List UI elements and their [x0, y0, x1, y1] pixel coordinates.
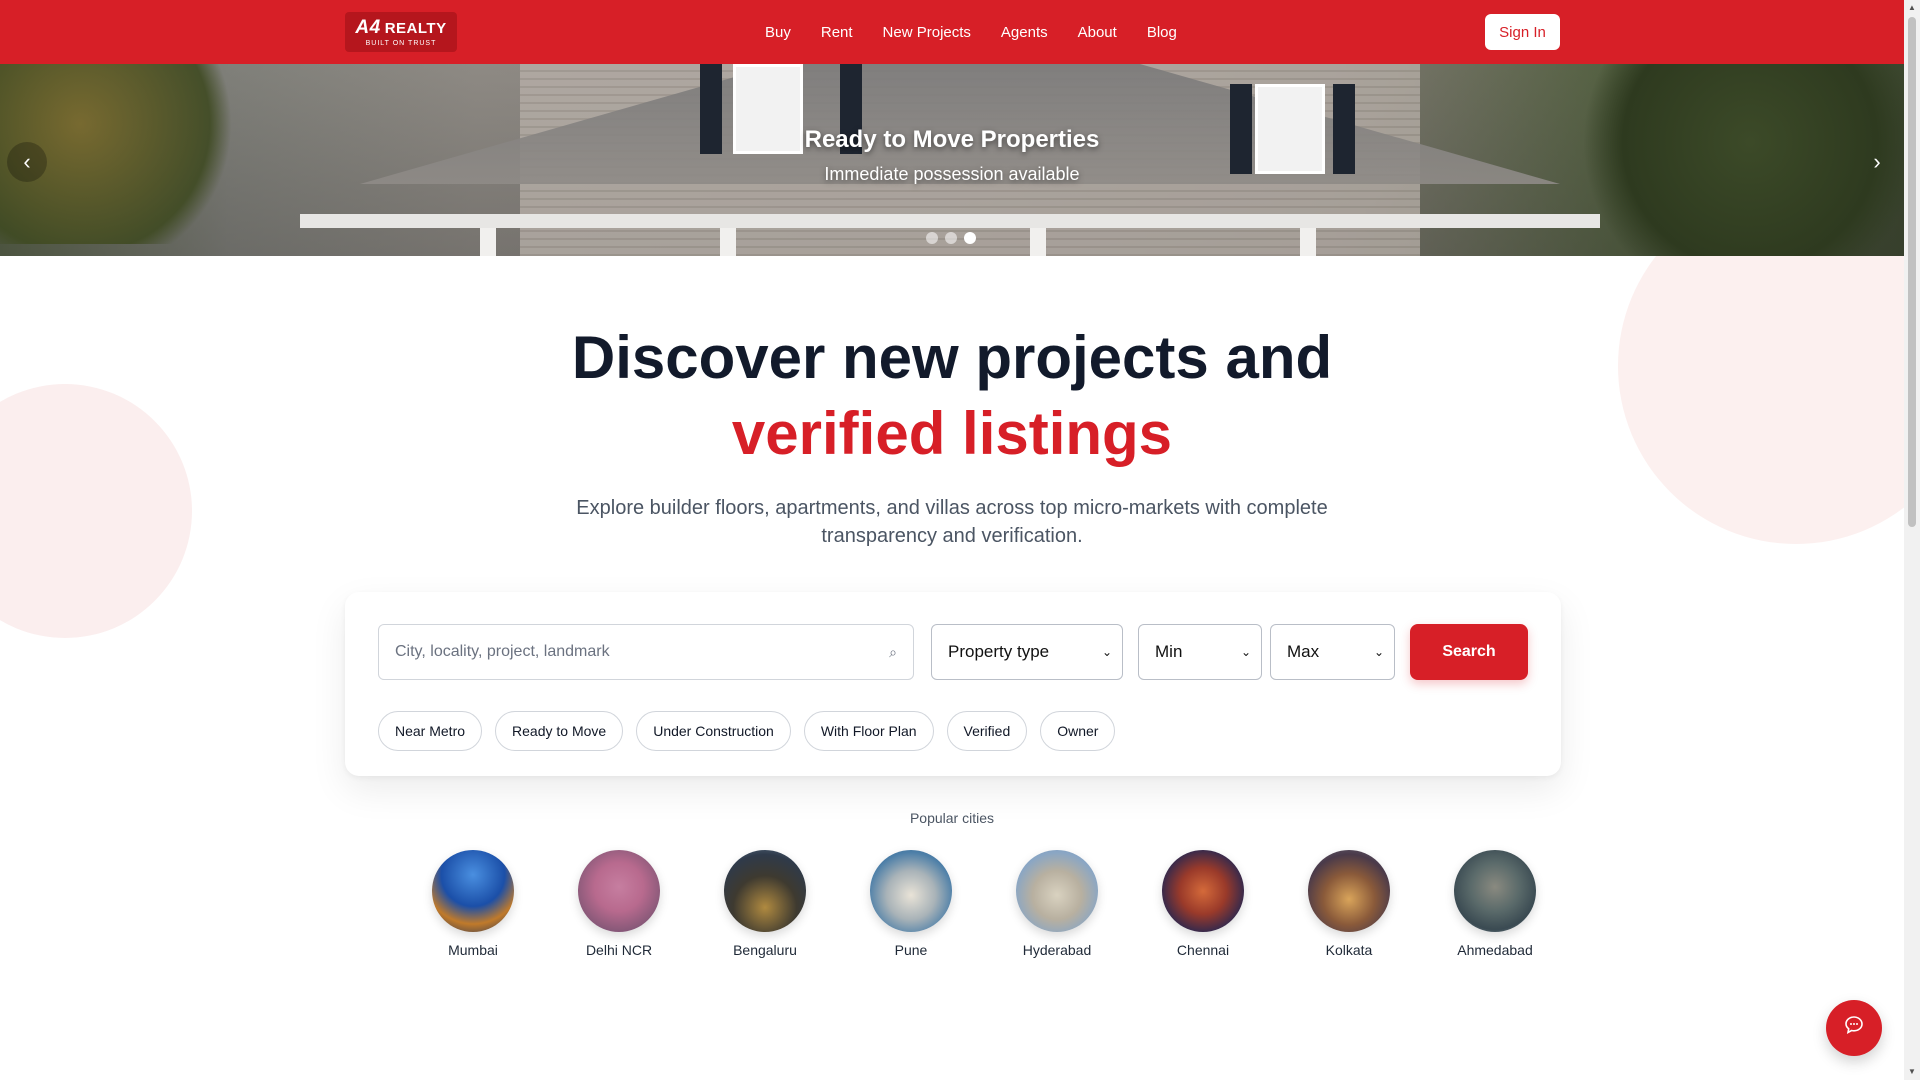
nav-blog[interactable]: Blog: [1132, 24, 1192, 41]
page-description: Explore builder floors, apartments, and …: [576, 497, 1328, 547]
min-price-value: Min: [1155, 642, 1183, 661]
scrollbar-thumb[interactable]: [1908, 17, 1916, 527]
hero-subtitle: Immediate possession available: [824, 164, 1080, 184]
search-field[interactable]: ⌕: [378, 624, 914, 680]
city-image: [578, 850, 660, 932]
chip-under-construction[interactable]: Under Construction: [636, 711, 791, 751]
city-bengaluru[interactable]: Bengaluru: [692, 850, 838, 958]
city-image: [1454, 850, 1536, 932]
city-name: Ahmedabad: [1457, 942, 1533, 958]
city-name: Delhi NCR: [585, 942, 653, 958]
hero-title: Ready to Move Properties: [804, 126, 1100, 153]
brand-logo[interactable]: A4 REALTY BUILT ON TRUST: [345, 12, 457, 52]
headline-line-1: Discover new projects and: [571, 324, 1333, 391]
city-image: [1308, 850, 1390, 932]
city-image: [1162, 850, 1244, 932]
chip-owner[interactable]: Owner: [1040, 711, 1116, 751]
hero-image-column: [1030, 228, 1046, 256]
min-price-select[interactable]: Min ⌄: [1138, 624, 1262, 680]
city-name: Hyderabad: [1022, 942, 1092, 958]
city-pune[interactable]: Pune: [838, 850, 984, 958]
city-name: Pune: [894, 942, 928, 958]
scroll-down-arrow-icon[interactable]: ▼: [1904, 1064, 1920, 1080]
carousel-prev-button[interactable]: ‹: [7, 142, 47, 182]
nav-about[interactable]: About: [1063, 24, 1132, 41]
chip-ready-to-move[interactable]: Ready to Move: [495, 711, 624, 751]
hero-image-tree-right: [1560, 64, 1904, 256]
max-price-select[interactable]: Max ⌄: [1270, 624, 1395, 680]
logo-tagline: BUILT ON TRUST: [365, 40, 437, 47]
city-name: Chennai: [1176, 942, 1230, 958]
chat-button[interactable]: [1826, 1000, 1882, 1056]
carousel-dots: [926, 232, 976, 244]
nav-buy[interactable]: Buy: [750, 24, 806, 41]
city-name: Kolkata: [1325, 942, 1373, 958]
carousel-dot-3[interactable]: [964, 232, 976, 244]
search-card: ⌕ Property type ⌄ Min ⌄ Max ⌄ Search Nea…: [345, 592, 1561, 776]
chat-bubble-icon: [1844, 1015, 1864, 1041]
chevron-down-icon: ⌄: [1240, 645, 1251, 659]
chevron-down-icon: ⌄: [1101, 645, 1112, 659]
search-button[interactable]: Search: [1410, 624, 1528, 680]
nav-agents[interactable]: Agents: [986, 24, 1063, 41]
city-mumbai[interactable]: Mumbai: [400, 850, 546, 958]
sign-in-button[interactable]: Sign In: [1485, 14, 1560, 50]
logo-wordmark: A4 REALTY: [355, 17, 446, 39]
max-price-value: Max: [1287, 642, 1320, 661]
hero-image-column: [480, 228, 496, 256]
scroll-up-arrow-icon[interactable]: ▲: [1904, 0, 1920, 16]
popular-cities-title: Popular cities: [909, 810, 995, 826]
search-icon: ⌕: [889, 643, 897, 660]
city-image: [1016, 850, 1098, 932]
carousel-dot-2[interactable]: [945, 232, 957, 244]
page-headline: Discover new projects and verified listi…: [0, 320, 1904, 472]
hero-image-column: [1300, 228, 1316, 256]
city-name: Bengaluru: [733, 942, 797, 958]
city-image: [724, 850, 806, 932]
city-image: [870, 850, 952, 932]
carousel-next-button[interactable]: ›: [1857, 142, 1897, 182]
city-chennai[interactable]: Chennai: [1130, 850, 1276, 958]
nav-rent[interactable]: Rent: [806, 24, 868, 41]
carousel-dot-1[interactable]: [926, 232, 938, 244]
nav-new-projects[interactable]: New Projects: [868, 24, 986, 41]
search-input[interactable]: [395, 643, 890, 661]
chip-verified[interactable]: Verified: [946, 711, 1028, 751]
hero-image-column: [720, 228, 736, 256]
hero-carousel: Ready to Move Properties Immediate posse…: [0, 64, 1904, 256]
city-kolkata[interactable]: Kolkata: [1276, 850, 1422, 958]
chevron-down-icon: ⌄: [1373, 645, 1384, 659]
chip-with-floor-plan[interactable]: With Floor Plan: [803, 711, 934, 751]
headline-line-2: verified listings: [731, 400, 1173, 467]
popular-cities-list: Mumbai Delhi NCR Bengaluru Pune Hyderaba…: [400, 850, 1568, 958]
page: A4 REALTY BUILT ON TRUST Buy Rent New Pr…: [0, 0, 1920, 1080]
city-hyderabad[interactable]: Hyderabad: [984, 850, 1130, 958]
property-type-select[interactable]: Property type ⌄: [931, 624, 1123, 680]
main-nav: Buy Rent New Projects Agents About Blog: [750, 0, 1192, 64]
chip-near-metro[interactable]: Near Metro: [378, 711, 483, 751]
logo-text: REALTY: [384, 19, 447, 37]
city-ahmedabad[interactable]: Ahmedabad: [1422, 850, 1568, 958]
hero-image-porch: [300, 214, 1600, 228]
city-image: [432, 850, 514, 932]
logo-mark: A4: [355, 17, 381, 38]
vertical-scrollbar[interactable]: ▲ ▼: [1904, 0, 1920, 1080]
property-type-value: Property type: [948, 642, 1050, 661]
top-navbar: A4 REALTY BUILT ON TRUST Buy Rent New Pr…: [0, 0, 1904, 64]
chevron-left-icon: ‹: [23, 149, 31, 174]
chevron-right-icon: ›: [1873, 149, 1881, 174]
filter-chips: Near Metro Ready to Move Under Construct…: [378, 711, 1116, 751]
city-delhi-ncr[interactable]: Delhi NCR: [546, 850, 692, 958]
city-name: Mumbai: [448, 942, 498, 958]
